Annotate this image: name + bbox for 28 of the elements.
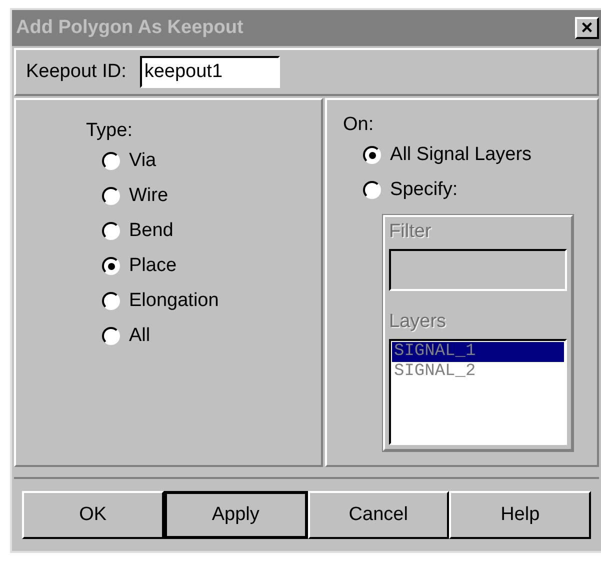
type-label: Type: [86,120,134,142]
radio-dot[interactable] [363,181,382,199]
radio-dot[interactable] [102,257,120,275]
close-button[interactable]: × [575,17,599,39]
type-radio[interactable]: Place [102,255,322,277]
keepout-id-field[interactable]: keepout1 [140,56,280,88]
on-label: On: [343,114,375,136]
layer-radio[interactable]: Specify: [363,179,597,201]
layer-radio[interactable]: All Signal Layers [363,144,597,166]
window-title: Add Polygon As Keepout [16,17,244,39]
type-radio[interactable]: Via [102,150,322,172]
radio-dot[interactable] [102,327,120,345]
dialog-button[interactable]: Help [449,491,591,539]
type-radio[interactable]: Wire [102,185,322,207]
radio-dot[interactable] [102,152,120,170]
dialog-button[interactable]: OK [22,491,164,539]
radio-dot[interactable] [102,187,120,205]
radio-dot[interactable] [102,292,120,310]
type-radio[interactable]: All [102,325,322,347]
layers-label: Layers [389,311,448,333]
radio-dot[interactable] [363,146,382,164]
radio-dot[interactable] [102,222,120,240]
filter-label: Filter [389,221,432,243]
type-radio[interactable]: Elongation [102,290,322,312]
dialog-button[interactable]: Apply [164,491,308,539]
dialog-button[interactable]: Cancel [308,491,450,539]
type-radio[interactable]: Bend [102,220,322,242]
keepout-id-label: Keepout ID: [26,61,126,83]
